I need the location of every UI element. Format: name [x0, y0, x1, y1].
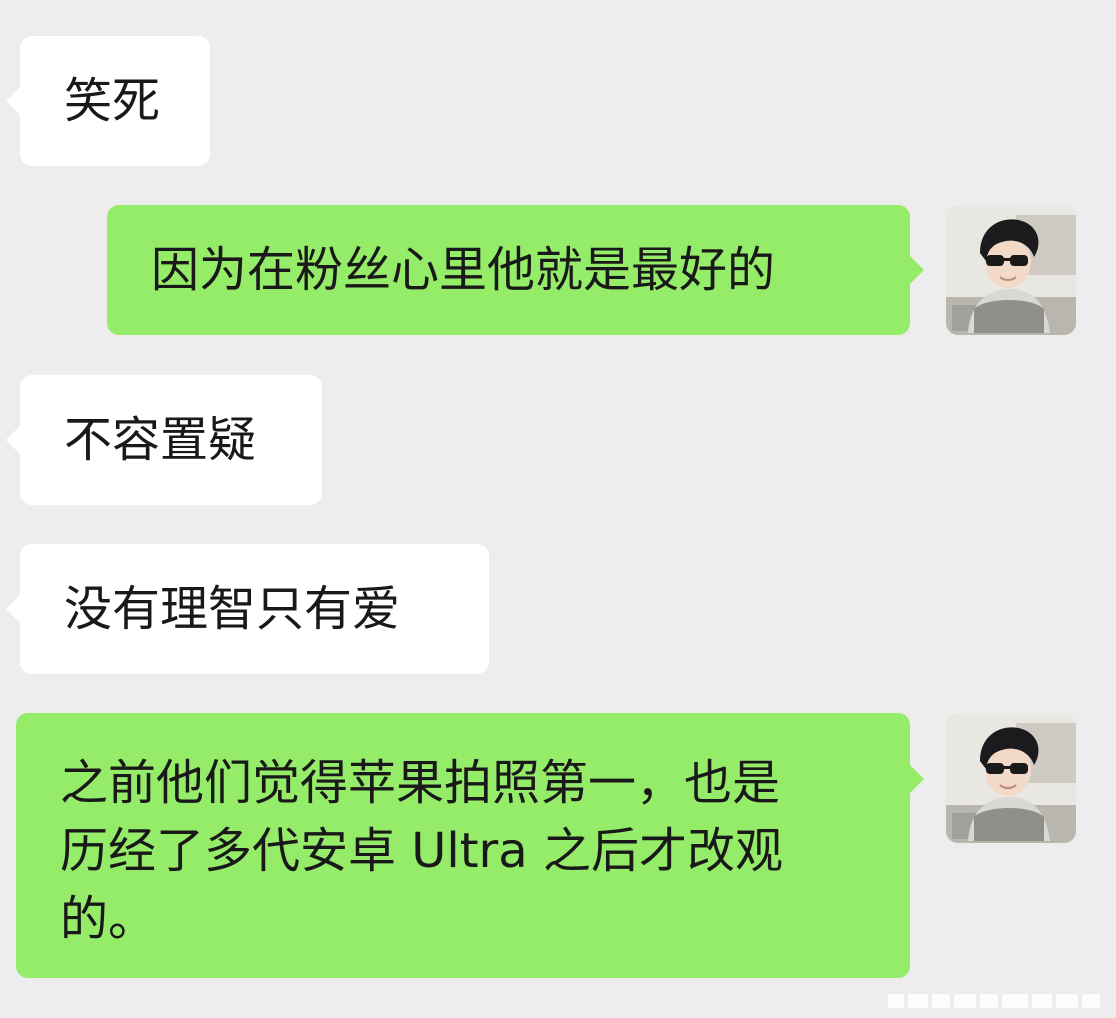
watermark-glyph — [932, 994, 950, 1008]
message-bubble-incoming[interactable]: 笑死 — [6, 36, 210, 166]
watermark — [888, 992, 1106, 1010]
message-text: 因为在粉丝心里他就是最好的 — [151, 242, 776, 298]
message-bubble-outgoing[interactable]: 因为在粉丝心里他就是最好的 — [107, 205, 924, 335]
message-text: 笑死 — [64, 73, 161, 129]
watermark-glyph — [954, 994, 976, 1008]
watermark-glyph — [980, 994, 998, 1008]
message-bubble-incoming[interactable]: 没有理智只有爱 — [6, 544, 489, 674]
avatar-photo-icon — [946, 713, 1076, 843]
watermark-glyph — [1032, 994, 1052, 1008]
message-text: 没有理智只有爱 — [64, 581, 401, 637]
message-text: 不容置疑 — [64, 412, 257, 468]
watermark-glyph — [1056, 994, 1078, 1008]
watermark-glyph — [908, 994, 928, 1008]
watermark-glyph — [1002, 994, 1028, 1008]
message-bubble-incoming[interactable]: 不容置疑 — [6, 375, 322, 505]
user-avatar[interactable] — [946, 713, 1076, 843]
user-avatar[interactable] — [946, 205, 1076, 335]
watermark-glyph — [888, 994, 904, 1008]
watermark-glyph — [1082, 994, 1100, 1008]
avatar-photo-icon — [946, 205, 1076, 335]
message-bubble-outgoing[interactable]: 之前他们觉得苹果拍照第一，也是 历经了多代安卓 Ultra 之后才改观 的。 — [16, 713, 924, 978]
message-text: 之前他们觉得苹果拍照第一，也是 历经了多代安卓 Ultra 之后才改观 的。 — [60, 755, 783, 947]
